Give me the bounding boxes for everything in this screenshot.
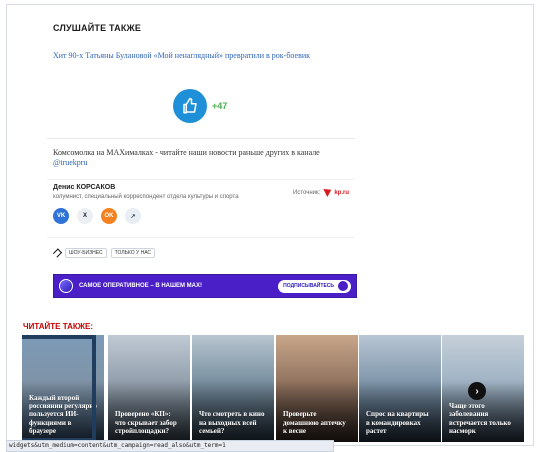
subscribe-label: ПОДПИСЫВАЙТЕСЬ	[283, 283, 334, 289]
tag-showbiz[interactable]: ШОУ-БИЗНЕС	[65, 248, 107, 258]
divider	[47, 138, 355, 139]
source-label: Источник:	[293, 190, 321, 196]
kp-logo-icon	[323, 189, 332, 197]
card-title: Спрос на квартиры в командировках растет	[366, 410, 429, 435]
status-url-bar: widgets&utm_medium=content&utm_campaign=…	[6, 440, 334, 452]
card-shade	[22, 379, 104, 442]
tag-exclusive[interactable]: ТОЛЬКО У НАС	[110, 248, 156, 258]
max-banner[interactable]: САМОЕ ОПЕРАТИВНОЕ – В НАШЕМ MAX! ПОДПИСЫ…	[53, 274, 357, 298]
author-role: колумнист, специальный корреспондент отд…	[53, 194, 239, 200]
x-icon[interactable]: X	[77, 208, 93, 224]
read-also-card[interactable]: Проверено «КП»: что скрывает забор строй…	[108, 335, 190, 442]
card-title: Проверено «КП»: что скрывает забор строй…	[115, 410, 177, 435]
vote-widget[interactable]: +47	[173, 89, 227, 123]
max-channel-link[interactable]: @truekpru	[53, 158, 87, 167]
max-promo-copy: Комсомолка на MAXималках - читайте наши …	[53, 148, 320, 157]
read-also-card[interactable]: Проверьте домашнюю аптечку к весне	[276, 335, 358, 442]
read-also-title: ЧИТАЙТЕ ТАКЖЕ:	[23, 322, 93, 331]
max-mini-icon	[338, 281, 348, 291]
banner-text: САМОЕ ОПЕРАТИВНОЕ – В НАШЕМ MAX!	[79, 283, 203, 289]
card-title: Проверьте домашнюю аптечку к весне	[283, 410, 346, 435]
chevron-right-icon[interactable]: ›	[468, 382, 486, 400]
card-title: Что смотреть в кино на выходных всей сем…	[199, 410, 265, 435]
share-buttons: VK X OK ↗	[53, 208, 141, 224]
source-name[interactable]: kp.ru	[334, 190, 349, 196]
section-title: СЛУШАЙТЕ ТАКЖЕ	[53, 23, 142, 33]
status-url: widgets&utm_medium=content&utm_campaign=…	[9, 442, 226, 449]
tag-list: ШОУ-БИЗНЕС ТОЛЬКО У НАС	[53, 248, 156, 258]
source: Источник: kp.ru	[293, 189, 349, 197]
link-icon[interactable]: ↗	[125, 208, 141, 224]
read-also-card[interactable]: Спрос на квартиры в командировках растет	[359, 335, 441, 442]
subscribe-button[interactable]: ПОДПИСЫВАЙТЕСЬ	[278, 279, 351, 293]
max-promo-text: Комсомолка на MAXималках - читайте наши …	[53, 148, 329, 168]
read-also-card[interactable]: Каждый второй россиянин регулярно пользу…	[22, 335, 104, 442]
thumbs-up-icon[interactable]	[173, 89, 207, 123]
card-title: Каждый второй россиянин регулярно пользу…	[29, 393, 97, 435]
divider	[47, 237, 355, 238]
read-also-card[interactable]: Что смотреть в кино на выходных всей сем…	[192, 335, 274, 442]
divider	[47, 179, 355, 180]
ok-icon[interactable]: OK	[101, 208, 117, 224]
vote-count: +47	[212, 101, 228, 111]
read-also-cards: Каждый второй россиянин регулярно пользу…	[22, 335, 524, 445]
listen-also-section: СЛУШАЙТЕ ТАКЖЕ Хит 90-х Татьяны Буланово…	[47, 15, 357, 303]
tag-icon	[53, 249, 61, 257]
vk-icon[interactable]: VK	[53, 208, 69, 224]
page-frame: СЛУШАЙТЕ ТАКЖЕ Хит 90-х Татьяны Буланово…	[6, 4, 534, 446]
author-name[interactable]: Денис КОРСАКОВ	[53, 184, 115, 191]
max-logo-icon	[59, 279, 73, 293]
card-title: Чаще этого заболевания встречается тольк…	[449, 402, 511, 435]
listen-link[interactable]: Хит 90-х Татьяны Булановой «Мой ненагляд…	[53, 51, 310, 60]
